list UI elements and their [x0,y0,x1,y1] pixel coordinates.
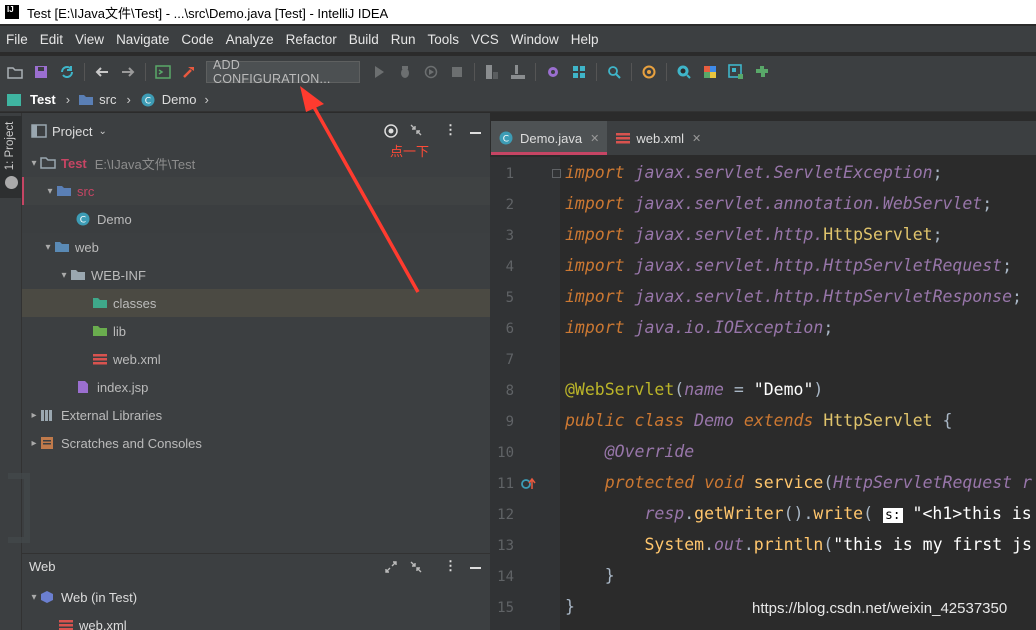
annotation-arrow [300,86,420,293]
watermark-url: https://blog.csdn.net/weixin_42537350 [752,600,1008,617]
